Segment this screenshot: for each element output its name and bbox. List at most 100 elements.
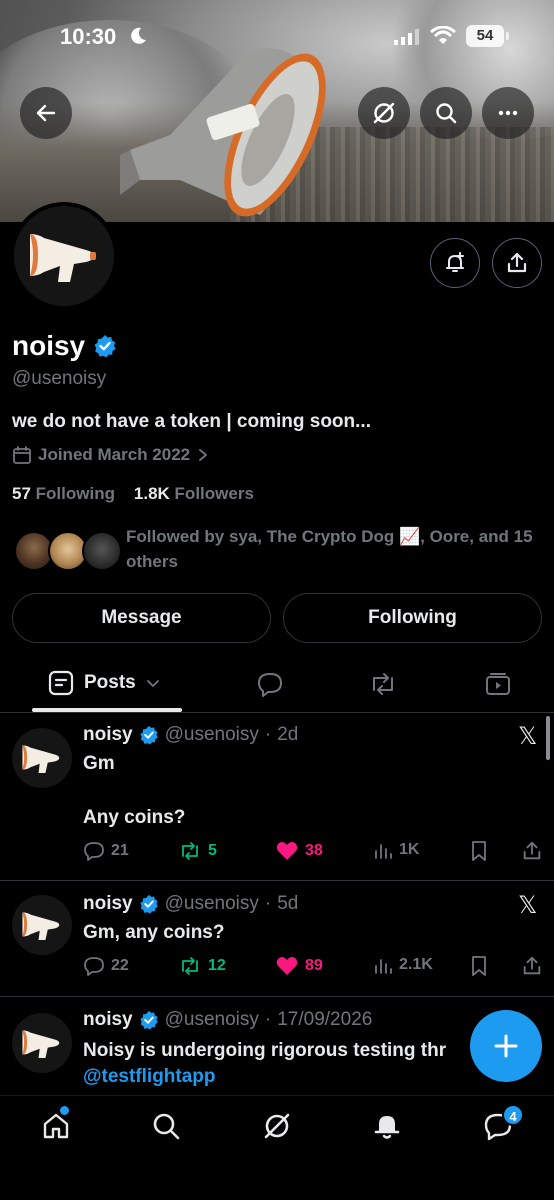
back-button[interactable]	[20, 87, 72, 139]
followed-by-avatars[interactable]	[14, 531, 124, 573]
moon-icon	[131, 27, 146, 44]
post-text: Gm, any coins?	[83, 922, 225, 943]
megaphone-logo-icon	[22, 745, 60, 773]
post-author-name[interactable]: noisy	[83, 1009, 133, 1031]
reply-icon	[84, 842, 104, 861]
tab-posts[interactable]: Posts	[48, 670, 160, 696]
notifications-bell-icon[interactable]	[371, 1110, 403, 1142]
profile-name-text: noisy	[12, 330, 86, 361]
post-header: noisy @usenoisy · 5d	[83, 893, 298, 915]
post-author-name[interactable]: noisy	[83, 724, 133, 746]
home-icon[interactable]	[40, 1110, 72, 1142]
post-item[interactable]: noisy @usenoisy · 2d 𝕏 Gm Any coins? 21 5 …	[0, 716, 554, 880]
views-count: 2.1K	[399, 956, 433, 973]
followed-by-text[interactable]: Followed by sya, The Crypto Dog 📈, Oore,…	[126, 524, 546, 574]
arrow-left-icon	[36, 104, 56, 122]
profile-avatar[interactable]	[10, 202, 118, 310]
post-mention-link[interactable]: @testflightapp	[83, 1063, 216, 1090]
search-icon[interactable]	[150, 1110, 182, 1142]
verified-badge-icon	[139, 894, 158, 914]
chevron-down-icon	[146, 680, 159, 687]
post-actions: 22 12 89 2.1K	[83, 955, 543, 981]
repost-count: 5	[208, 842, 217, 859]
post-author-handle: @usenoisy	[164, 1009, 259, 1030]
bookmark-icon[interactable]	[469, 840, 489, 862]
profile-bio: we do not have a token | coming soon...	[12, 411, 371, 432]
following-button[interactable]: Following	[283, 593, 542, 643]
posts-icon	[48, 670, 74, 696]
post-text: Gm Any coins?	[83, 753, 186, 828]
x-logo-icon[interactable]: 𝕏	[518, 722, 537, 751]
views-chart-icon	[375, 844, 392, 859]
repost-button[interactable]: 5	[178, 840, 217, 862]
search-button[interactable]	[420, 87, 472, 139]
verified-badge-icon	[94, 335, 116, 358]
post-separator: ·	[264, 1009, 272, 1030]
status-time: 10:30	[60, 24, 117, 49]
more-options-button[interactable]	[482, 87, 534, 139]
bookmark-icon[interactable]	[469, 955, 489, 977]
megaphone-logo-icon	[22, 1030, 60, 1058]
tab-replies[interactable]	[256, 670, 284, 698]
share-icon[interactable]	[521, 955, 543, 977]
post-separator: ·	[264, 893, 272, 914]
x-logo-icon[interactable]: 𝕏	[518, 891, 537, 920]
tab-reposts[interactable]	[368, 670, 398, 698]
heart-filled-icon	[276, 842, 298, 860]
post-avatar[interactable]	[12, 728, 72, 788]
share-profile-button[interactable]	[492, 238, 542, 288]
tab-posts-label: Posts	[84, 672, 136, 693]
post-time: 5d	[277, 893, 299, 914]
home-unread-dot	[60, 1106, 69, 1115]
followers-count: 1.8K	[133, 484, 170, 503]
profile-tabs: Posts	[0, 660, 554, 712]
status-bar: 10:30 54	[0, 20, 554, 56]
joined-date[interactable]: Joined March 2022	[12, 445, 210, 465]
post-time: 2d	[277, 724, 299, 745]
grok-icon[interactable]	[261, 1110, 293, 1142]
like-count: 38	[305, 842, 323, 859]
reply-count: 21	[111, 842, 129, 859]
like-button[interactable]: 38	[275, 840, 323, 862]
post-item[interactable]: noisy @usenoisy · 5d 𝕏 Gm, any coins? 22 1…	[0, 881, 554, 995]
post-header: noisy @usenoisy · 17/09/2026	[83, 1009, 372, 1031]
post-text: Noisy is undergoing rigorous testing thr	[83, 1040, 447, 1061]
views-button[interactable]: 2.1K	[373, 955, 433, 975]
views-button[interactable]: 1K	[373, 840, 419, 860]
reply-button[interactable]: 22	[83, 955, 129, 977]
tab-media[interactable]	[484, 670, 512, 698]
post-actions: 21 5 38 1K	[83, 840, 543, 866]
repost-button[interactable]: 12	[178, 955, 226, 977]
more-horizontal-icon	[498, 110, 518, 116]
like-count: 89	[305, 957, 323, 974]
bottom-navigation: 4	[0, 1095, 554, 1200]
views-chart-icon	[375, 959, 392, 974]
banner-megaphone-image	[120, 48, 326, 217]
follower-avatar	[82, 531, 122, 571]
compose-post-button[interactable]	[470, 1010, 542, 1082]
messages-badge: 4	[502, 1104, 524, 1126]
grok-button[interactable]	[358, 87, 410, 139]
post-header: noisy @usenoisy · 2d	[83, 724, 298, 746]
notifications-toggle-button[interactable]	[430, 238, 480, 288]
post-author-name[interactable]: noisy	[83, 893, 133, 915]
verified-badge-icon	[139, 725, 158, 745]
repost-icon	[182, 842, 198, 860]
divider	[0, 712, 554, 713]
like-button[interactable]: 89	[275, 955, 323, 977]
repost-count: 12	[208, 957, 226, 974]
following-link[interactable]: 57 Following	[12, 484, 115, 503]
post-separator: ·	[264, 724, 272, 745]
post-avatar[interactable]	[12, 895, 72, 955]
calendar-icon	[13, 446, 31, 464]
search-icon	[436, 103, 457, 124]
message-button[interactable]: Message	[12, 593, 271, 643]
post-avatar[interactable]	[12, 1013, 72, 1073]
share-icon[interactable]	[521, 840, 543, 862]
reply-button[interactable]: 21	[83, 840, 129, 862]
following-label: Following	[35, 484, 115, 503]
joined-text: Joined March 2022	[38, 445, 191, 464]
post-author-handle: @usenoisy	[164, 893, 259, 914]
followers-link[interactable]: 1.8K Followers	[134, 484, 254, 503]
bell-plus-icon	[446, 252, 464, 272]
